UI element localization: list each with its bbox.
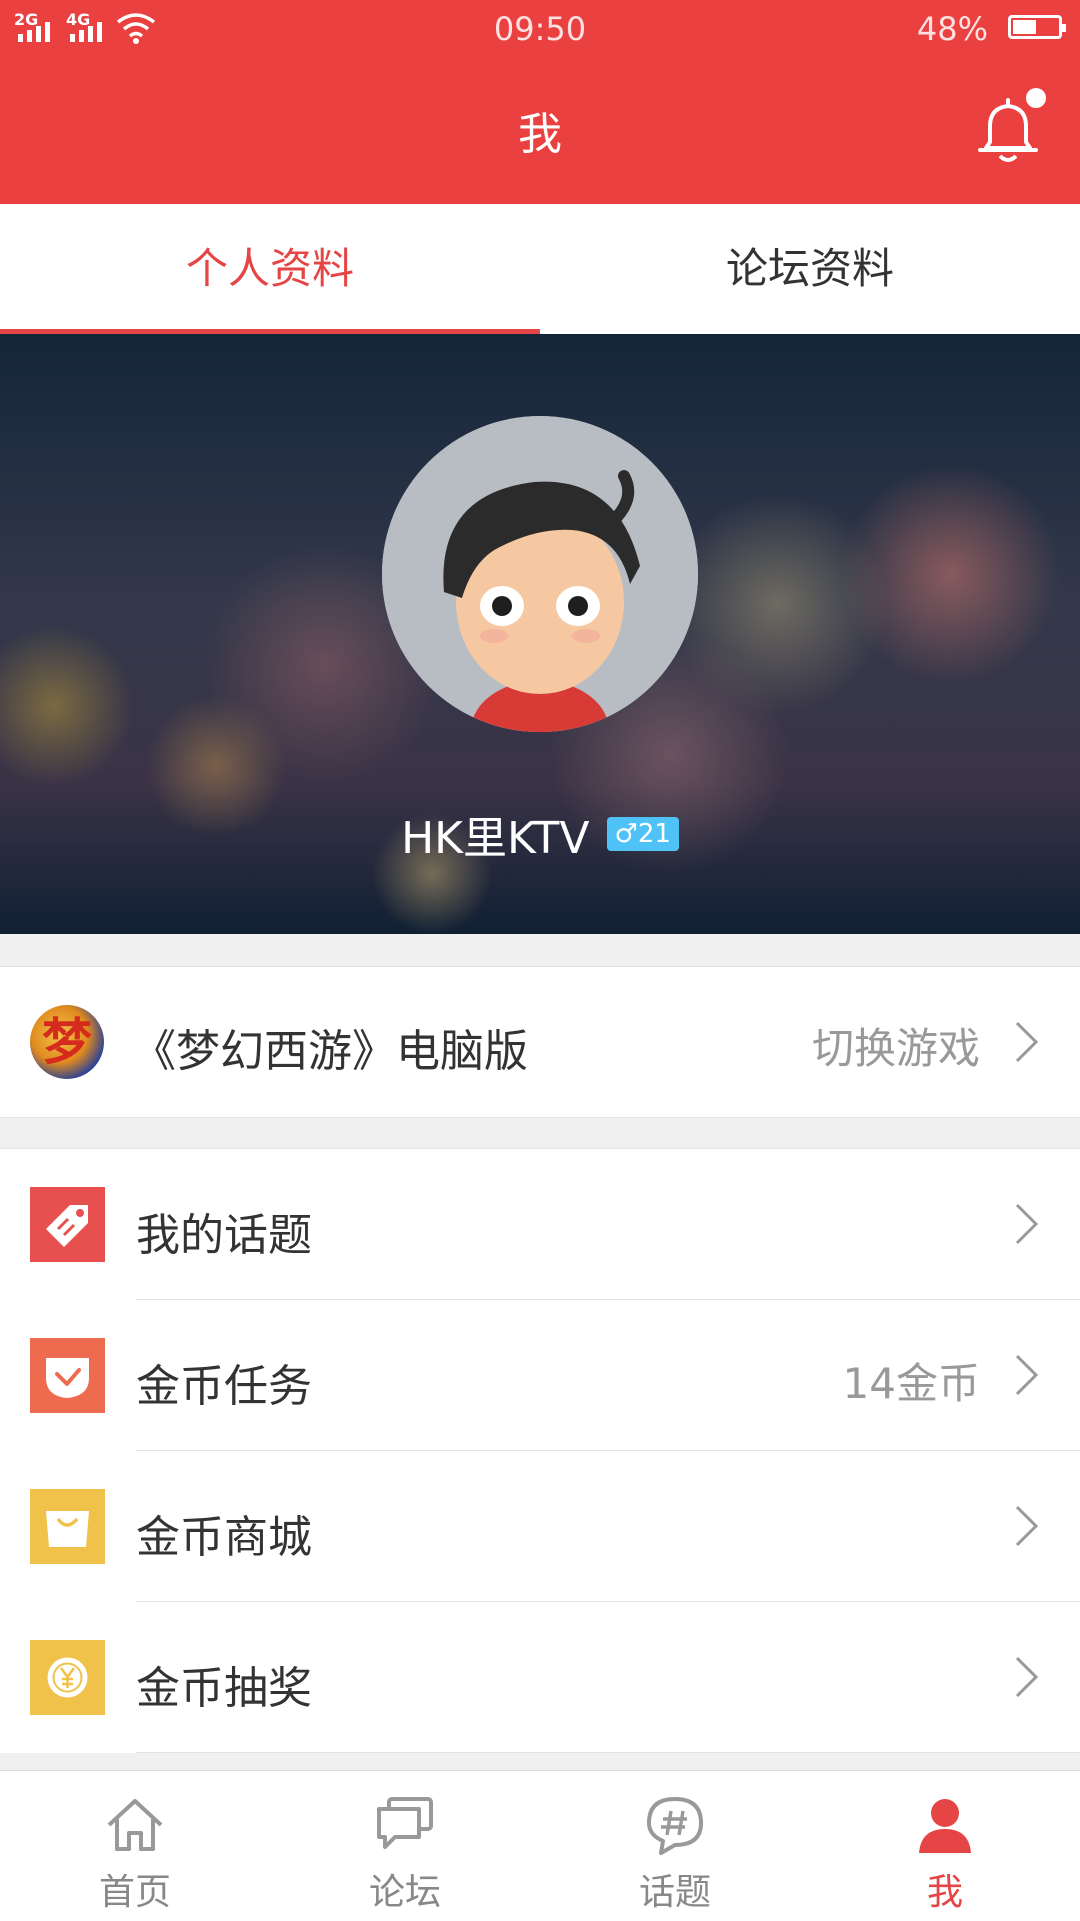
chevron-right-icon xyxy=(1015,1505,1039,1547)
battery-icon xyxy=(1008,15,1066,39)
profile-banner: HK里KTV ♂21 xyxy=(0,334,1080,934)
status-bar: 2G 4G 09:50 48% xyxy=(0,0,1080,60)
tab-personal-info[interactable]: 个人资料 xyxy=(0,204,540,334)
tab-home[interactable]: 首页 xyxy=(0,1771,270,1921)
tab-label: 论坛 xyxy=(368,1872,441,1913)
battery-level xyxy=(1013,20,1037,34)
game-title: 《梦幻西游》电脑版 xyxy=(132,1026,528,1077)
page-title: 我 xyxy=(518,109,562,160)
check-pocket-icon xyxy=(30,1338,105,1413)
divider xyxy=(136,1752,1080,1753)
tab-forum-info[interactable]: 论坛资料 xyxy=(540,204,1080,334)
avatar[interactable] xyxy=(382,416,698,732)
game-switch-row[interactable]: 梦 《梦幻西游》电脑版 切换游戏 xyxy=(0,966,1080,1118)
tab-forum[interactable]: 论坛 xyxy=(270,1771,540,1921)
tab-label: 我 xyxy=(926,1872,963,1913)
unread-dot xyxy=(1026,88,1046,108)
menu-label: 我的话题 xyxy=(136,1210,312,1261)
menu-item-coin-store[interactable]: 金币商城 xyxy=(0,1451,1080,1602)
menu-label: 金币任务 xyxy=(136,1361,312,1412)
profile-tabs: 个人资料 论坛资料 xyxy=(0,204,1080,334)
username: HK里KTV xyxy=(401,813,590,864)
game-logo-icon: 梦 xyxy=(30,1005,104,1079)
level-badge: ♂21 xyxy=(606,817,679,851)
chat-bubble-icon xyxy=(377,1797,433,1849)
username-row: HK里KTV ♂21 xyxy=(0,802,1080,866)
menu-label: 金币商城 xyxy=(136,1512,312,1563)
menu-item-coin-lottery[interactable]: 金币抽奖 xyxy=(0,1602,1080,1753)
tab-label: 话题 xyxy=(638,1872,711,1913)
chevron-right-icon xyxy=(1015,1354,1039,1396)
hashtag-bubble-icon xyxy=(647,1797,703,1855)
chevron-right-icon xyxy=(1015,1656,1039,1698)
tab-me[interactable]: 我 xyxy=(810,1771,1080,1921)
menu-item-coin-tasks[interactable]: 金币任务 14金币 xyxy=(0,1300,1080,1451)
bottom-tab-bar: 首页 论坛 话题 我 xyxy=(0,1770,1080,1921)
menu-item-my-topics[interactable]: 我的话题 xyxy=(0,1149,1080,1300)
coin-balance: 14金币 xyxy=(842,1359,980,1408)
home-icon xyxy=(107,1799,163,1851)
cartoon-avatar-icon xyxy=(382,416,698,732)
battery-percent: 48% xyxy=(916,10,988,48)
tab-topics[interactable]: 话题 xyxy=(540,1771,810,1921)
shopping-bag-icon xyxy=(30,1489,105,1564)
person-icon xyxy=(919,1799,971,1853)
app-header: 我 xyxy=(0,60,1080,204)
switch-game-label: 切换游戏 xyxy=(811,1024,980,1073)
male-icon: ♂ xyxy=(614,819,638,849)
yen-coin-icon xyxy=(30,1640,105,1715)
tab-label: 首页 xyxy=(98,1872,171,1913)
chevron-right-icon xyxy=(1015,1021,1039,1063)
menu-list: 我的话题 金币任务 14金币 金币商城 金币抽奖 xyxy=(0,1148,1080,1753)
chevron-right-icon xyxy=(1015,1203,1039,1245)
notification-button[interactable] xyxy=(976,88,1046,166)
level-value: 21 xyxy=(637,819,671,849)
tag-icon xyxy=(30,1187,105,1262)
menu-label: 金币抽奖 xyxy=(136,1663,312,1714)
